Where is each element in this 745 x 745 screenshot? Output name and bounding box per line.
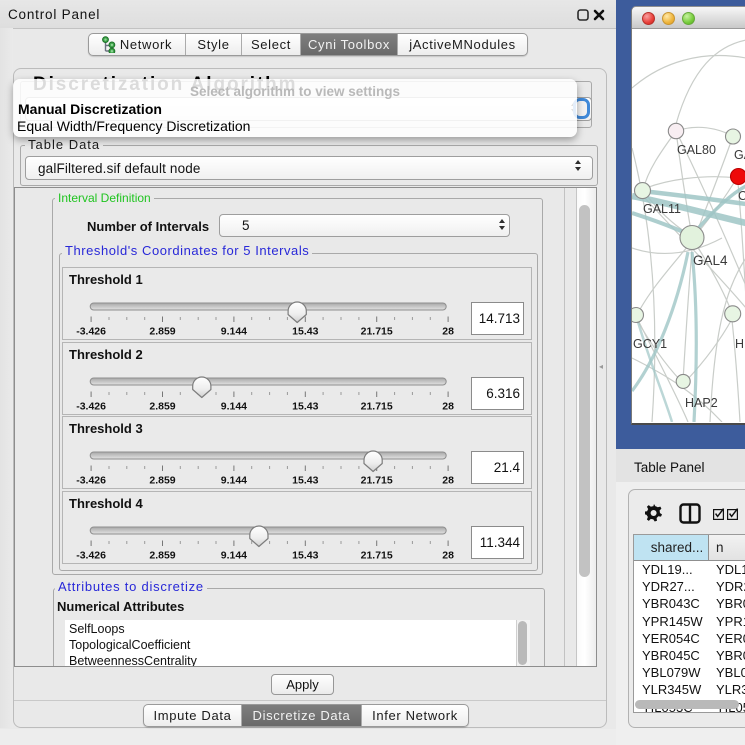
svg-text:28: 28	[442, 550, 454, 562]
svg-text:21.715: 21.715	[361, 550, 393, 562]
svg-text:15.43: 15.43	[292, 475, 318, 487]
svg-text:21.715: 21.715	[361, 326, 393, 338]
svg-text:2.859: 2.859	[149, 475, 175, 487]
svg-text:2.859: 2.859	[149, 550, 175, 562]
svg-text:HAP2: HAP2	[685, 396, 718, 410]
svg-text:21.715: 21.715	[361, 475, 393, 487]
svg-text:GAL80: GAL80	[677, 143, 716, 157]
svg-text:9.144: 9.144	[221, 401, 247, 413]
svg-text:-3.426: -3.426	[76, 326, 106, 338]
svg-text:GCY1: GCY1	[633, 337, 667, 351]
svg-text:21.715: 21.715	[361, 401, 393, 413]
svg-text:-3.426: -3.426	[76, 401, 106, 413]
svg-text:GA: GA	[734, 148, 745, 162]
svg-text:C: C	[738, 189, 745, 203]
svg-text:2.859: 2.859	[149, 401, 175, 413]
svg-text:28: 28	[442, 401, 454, 413]
svg-text:9.144: 9.144	[221, 550, 247, 562]
svg-text:GAL11: GAL11	[643, 202, 681, 216]
svg-text:-3.426: -3.426	[76, 475, 106, 487]
svg-text:9.144: 9.144	[221, 475, 247, 487]
svg-text:28: 28	[442, 475, 454, 487]
svg-text:15.43: 15.43	[292, 326, 318, 338]
svg-text:-3.426: -3.426	[76, 550, 106, 562]
svg-text:H: H	[735, 337, 744, 351]
svg-text:15.43: 15.43	[292, 401, 318, 413]
svg-text:GAL4: GAL4	[693, 253, 728, 268]
svg-text:9.144: 9.144	[221, 326, 247, 338]
svg-text:2.859: 2.859	[149, 326, 175, 338]
svg-text:28: 28	[442, 326, 454, 338]
svg-text:15.43: 15.43	[292, 550, 318, 562]
